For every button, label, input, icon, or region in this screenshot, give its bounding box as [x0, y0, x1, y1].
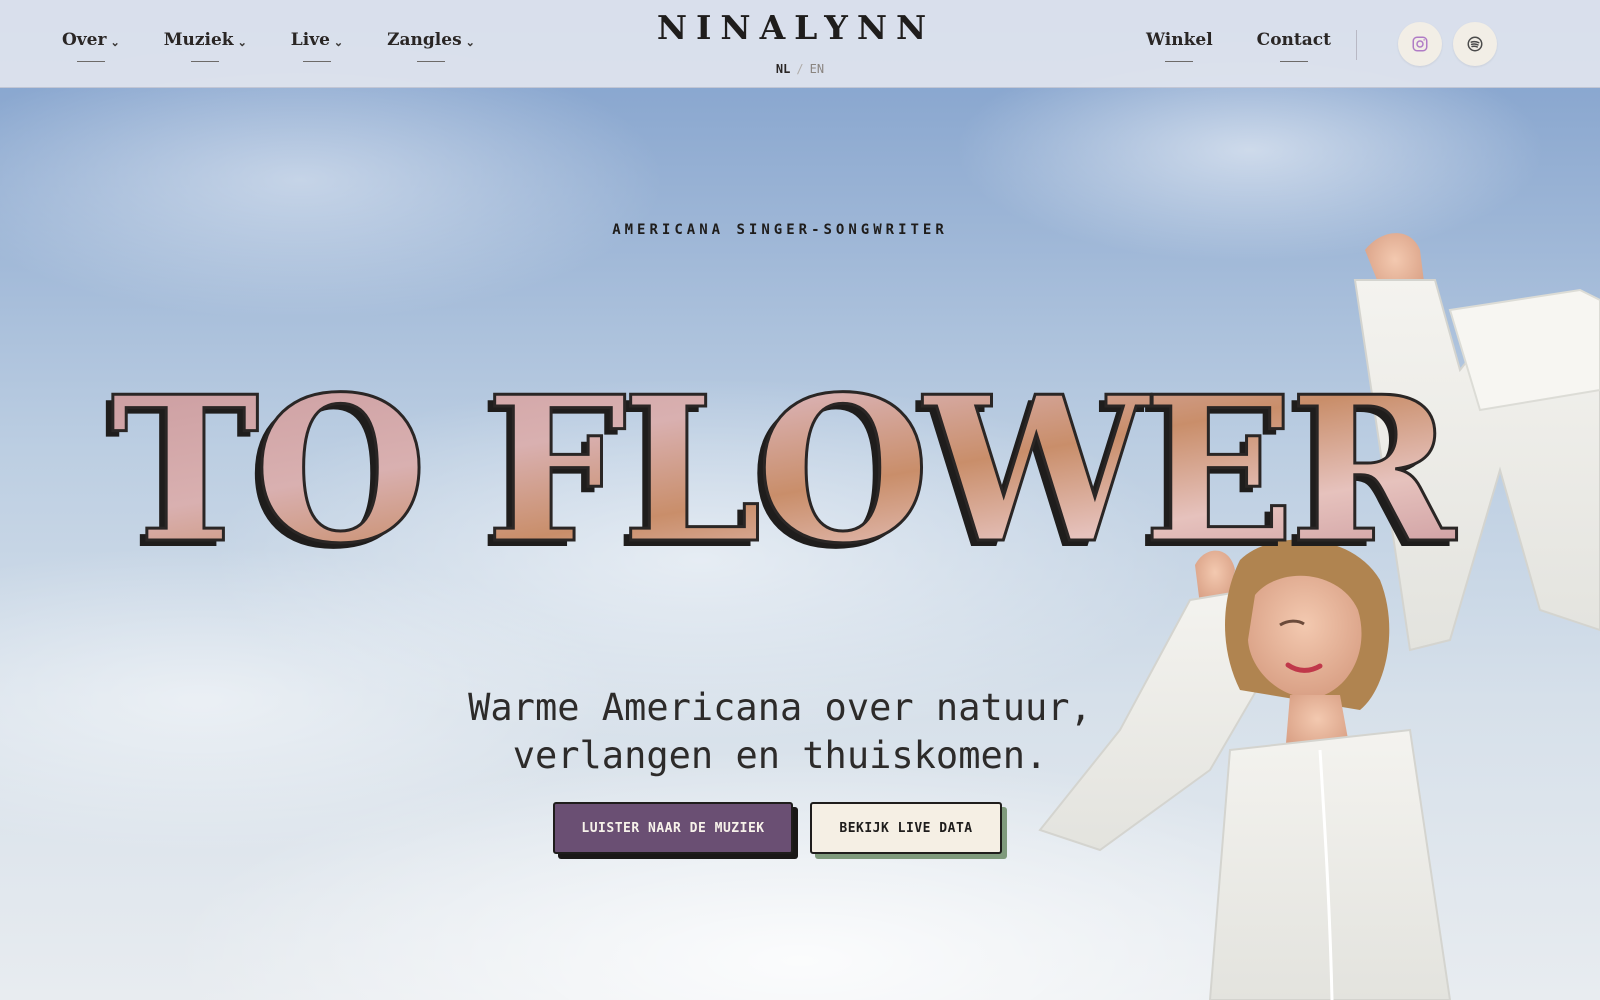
header-divider [1356, 30, 1357, 60]
hero-eyebrow: AMERICANA SINGER-SONGWRITER [612, 222, 948, 238]
nav-underline [1165, 61, 1194, 62]
nav-underline [1279, 61, 1308, 62]
hero-title-text: TO FLOWER [111, 370, 1458, 580]
nav-item-contact[interactable]: Contact [1256, 30, 1331, 62]
language-en[interactable]: EN [810, 62, 824, 76]
hero-subtitle-line: verlangen en thuiskomen. [512, 734, 1048, 777]
nav-item-label: Contact [1256, 30, 1331, 50]
nav-item-label: Winkel [1146, 30, 1213, 50]
language-nl[interactable]: NL [776, 62, 790, 76]
site-header: Over ⌄ Muziek ⌄ Live ⌄ Zangles ⌄ NINALYN… [0, 0, 1600, 88]
site-logo[interactable]: NINALYNN [0, 8, 1592, 47]
instagram-button[interactable] [1398, 22, 1442, 66]
listen-music-button[interactable]: LUISTER NAAR DE MUZIEK [553, 802, 793, 854]
hero-title: TO FLOWER TO FLOWER [104, 370, 1465, 580]
live-dates-button[interactable]: BEKIJK LIVE DATA [810, 802, 1002, 854]
instagram-icon [1412, 36, 1428, 52]
main-nav-right: Winkel Contact [1146, 30, 1331, 62]
hero-photo-figure [1038, 233, 1600, 1000]
language-separator: / [796, 62, 804, 76]
nav-item-winkel[interactable]: Winkel [1146, 30, 1213, 62]
hero-subtitle-line: Warme Americana over natuur, [468, 686, 1092, 729]
hero-subtitle: Warme Americana over natuur, verlangen e… [0, 684, 1560, 780]
spotify-icon [1467, 36, 1483, 52]
spotify-button[interactable] [1453, 22, 1497, 66]
language-switcher: NL / EN [0, 62, 1600, 76]
